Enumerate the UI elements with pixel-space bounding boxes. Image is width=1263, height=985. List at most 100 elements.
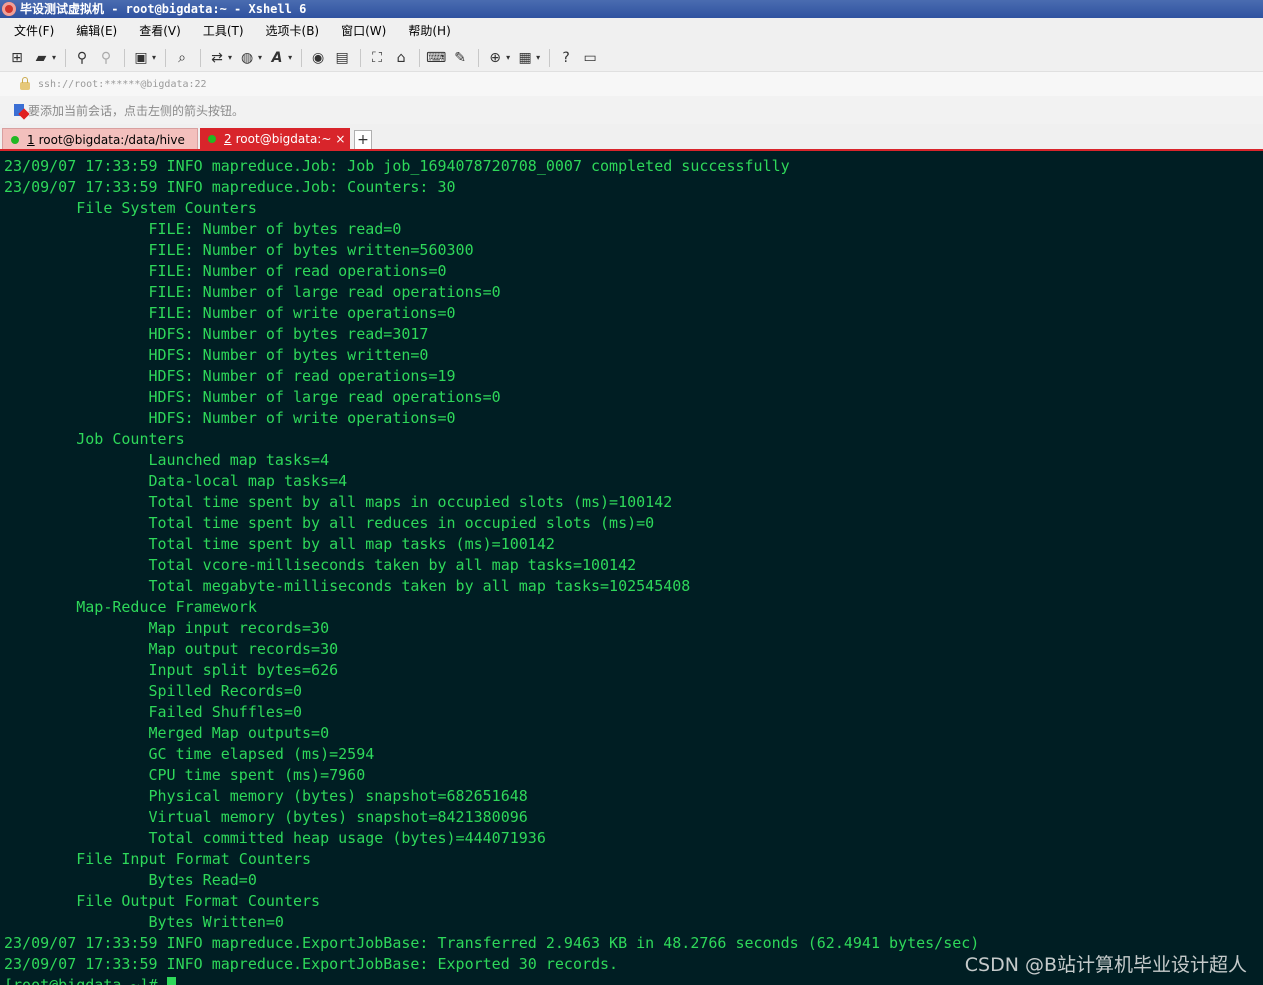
terminal-line: Input split bytes=626 [4, 661, 339, 679]
terminal-line: Total time spent by all map tasks (ms)=1… [4, 535, 555, 553]
terminal-line: CPU time spent (ms)=7960 [4, 766, 366, 784]
tab-session-2[interactable]: 2 root@bigdata:~ × [200, 128, 350, 150]
find-icon[interactable]: ⌕ [171, 48, 193, 68]
menu-help[interactable]: 帮助(H) [400, 18, 458, 44]
menu-tools[interactable]: 工具(T) [195, 18, 252, 44]
xftp-icon[interactable]: ◉ [307, 48, 329, 68]
terminal-pane[interactable]: 23/09/07 17:33:59 INFO mapreduce.Job: Jo… [0, 151, 1263, 985]
terminal-line: 23/09/07 17:33:59 INFO mapreduce.Job: Jo… [4, 157, 790, 175]
menu-tab[interactable]: 选项卡(B) [258, 18, 328, 44]
terminal-line: FILE: Number of bytes read=0 [4, 220, 402, 238]
menu-edit[interactable]: 编辑(E) [68, 18, 125, 44]
terminal-line: FILE: Number of bytes written=560300 [4, 241, 474, 259]
terminal-line: GC time elapsed (ms)=2594 [4, 745, 375, 763]
xshell-logo-icon [2, 2, 16, 16]
globe-dropdown-icon[interactable]: ▾ [258, 53, 262, 62]
terminal-line: Total vcore-milliseconds taken by all ma… [4, 556, 637, 574]
title-bar: 毕设测试虚拟机 - root@bigdata:~ - Xshell 6 [0, 0, 1263, 18]
font-icon[interactable]: A [266, 48, 288, 68]
tab-label: 2 root@bigdata:~ [224, 132, 332, 146]
disconnect-icon[interactable]: ⚲ [95, 48, 117, 68]
toolbar-separator [419, 48, 421, 67]
screenshot-icon[interactable]: ▤ [331, 48, 353, 68]
toolbar-separator [301, 48, 303, 67]
connected-status-icon [208, 135, 216, 143]
terminal-line: Virtual memory (bytes) snapshot=84213800… [4, 808, 528, 826]
terminal-line: Total time spent by all reduces in occup… [4, 514, 655, 532]
globe-icon[interactable]: ◍ [236, 48, 258, 68]
terminal-line: Map input records=30 [4, 619, 330, 637]
toolbar-separator [360, 48, 362, 67]
layout-dropdown-icon[interactable]: ▾ [536, 53, 540, 62]
terminal-cursor [166, 977, 176, 985]
terminal-line: HDFS: Number of write operations=0 [4, 409, 456, 427]
terminal-line: FILE: Number of write operations=0 [4, 304, 456, 322]
terminal-line: Map output records=30 [4, 640, 339, 658]
terminal-line: Total megabyte-milliseconds taken by all… [4, 577, 691, 595]
open-dropdown-icon[interactable]: ▾ [52, 53, 56, 62]
close-tab-icon[interactable]: × [335, 132, 345, 146]
fullscreen-icon[interactable]: ⛶ [366, 48, 388, 68]
help-icon[interactable]: ? [555, 48, 577, 68]
session-properties-icon[interactable]: ▣ [130, 48, 152, 68]
reconnect-icon[interactable]: ⚲ [71, 48, 93, 68]
terminal-line: 23/09/07 17:33:59 INFO mapreduce.ExportJ… [4, 955, 619, 973]
terminal-line: Map-Reduce Framework [4, 598, 257, 616]
add-session-arrow-icon[interactable] [14, 104, 24, 116]
add-tab-icon[interactable]: ⊕ [484, 48, 506, 68]
terminal-line: Physical memory (bytes) snapshot=6826516… [4, 787, 528, 805]
keyboard-icon[interactable]: ⌨ [425, 48, 447, 68]
terminal-line: Job Counters [4, 430, 185, 448]
terminal-line: File System Counters [4, 199, 257, 217]
terminal-line: Spilled Records=0 [4, 682, 303, 700]
terminal-line: FILE: Number of large read operations=0 [4, 283, 501, 301]
watermark: CSDN @B站计算机毕业设计超人 [964, 954, 1247, 976]
transfer-icon[interactable]: ⇄ [206, 48, 228, 68]
open-folder-icon[interactable]: ▰ [30, 48, 52, 68]
properties-dropdown-icon[interactable]: ▾ [152, 53, 156, 62]
new-session-icon[interactable]: ⊞ [6, 48, 28, 68]
session-hint: 要添加当前会话，点击左侧的箭头按钮。 [28, 103, 245, 118]
lock-icon[interactable]: ⌂ [390, 48, 412, 68]
layout-icon[interactable]: ▦ [514, 48, 536, 68]
address-bar[interactable]: ssh://root:******@bigdata:22 [0, 72, 1263, 97]
terminal-line: Merged Map outputs=0 [4, 724, 330, 742]
terminal-line: 23/09/07 17:33:59 INFO mapreduce.ExportJ… [4, 934, 980, 952]
compose-icon[interactable]: ✎ [449, 48, 471, 68]
terminal-line: Bytes Read=0 [4, 871, 257, 889]
terminal-line: File Input Format Counters [4, 850, 312, 868]
terminal-line: File Output Format Counters [4, 892, 321, 910]
address-lock-icon [20, 77, 30, 90]
terminal-line: 23/09/07 17:33:59 INFO mapreduce.Job: Co… [4, 178, 456, 196]
add-tab-dropdown-icon[interactable]: ▾ [506, 53, 510, 62]
new-tab-button[interactable]: + [354, 130, 372, 150]
toolbar-separator [478, 48, 480, 67]
transfer-dropdown-icon[interactable]: ▾ [228, 53, 232, 62]
toolbar-separator [200, 48, 202, 67]
toolbar-separator [65, 48, 67, 67]
tab-session-1[interactable]: 1 root@bigdata:/data/hive [2, 128, 198, 150]
terminal-line: HDFS: Number of bytes written=0 [4, 346, 429, 364]
connected-status-icon [11, 135, 19, 144]
chat-icon[interactable]: ▭ [579, 48, 601, 68]
terminal-line: Total committed heap usage (bytes)=44407… [4, 829, 546, 847]
address-text: ssh://root:******@bigdata:22 [38, 78, 207, 90]
terminal-output: 23/09/07 17:33:59 INFO mapreduce.Job: Jo… [4, 156, 979, 985]
toolbar-separator [165, 48, 167, 67]
terminal-line: Data-local map tasks=4 [4, 472, 348, 490]
terminal-line: Launched map tasks=4 [4, 451, 330, 469]
terminal-line: Failed Shuffles=0 [4, 703, 303, 721]
tab-label: 1 root@bigdata:/data/hive [27, 132, 185, 147]
terminal-line: FILE: Number of read operations=0 [4, 262, 447, 280]
toolbar-separator [124, 48, 126, 67]
menu-bar: 文件(F) 编辑(E) 查看(V) 工具(T) 选项卡(B) 窗口(W) 帮助(… [0, 18, 1263, 44]
terminal-line: Bytes Written=0 [4, 913, 284, 931]
terminal-line: HDFS: Number of bytes read=3017 [4, 325, 429, 343]
menu-file[interactable]: 文件(F) [6, 18, 62, 44]
menu-window[interactable]: 窗口(W) [333, 18, 394, 44]
toolbar: ⊞ ▰ ▾ ⚲ ⚲ ▣ ▾ ⌕ ⇄ ▾ ◍ ▾ A ▾ ◉ ▤ ⛶ ⌂ ⌨ ✎ ⊕ ▾ ▦ ▾… [0, 44, 1263, 72]
font-dropdown-icon[interactable]: ▾ [288, 53, 292, 62]
terminal-prompt: [root@bigdata ~]# [4, 976, 167, 985]
menu-view[interactable]: 查看(V) [131, 18, 189, 44]
tab-bar: 1 root@bigdata:/data/hive 2 root@bigdata:~… [0, 124, 1263, 150]
